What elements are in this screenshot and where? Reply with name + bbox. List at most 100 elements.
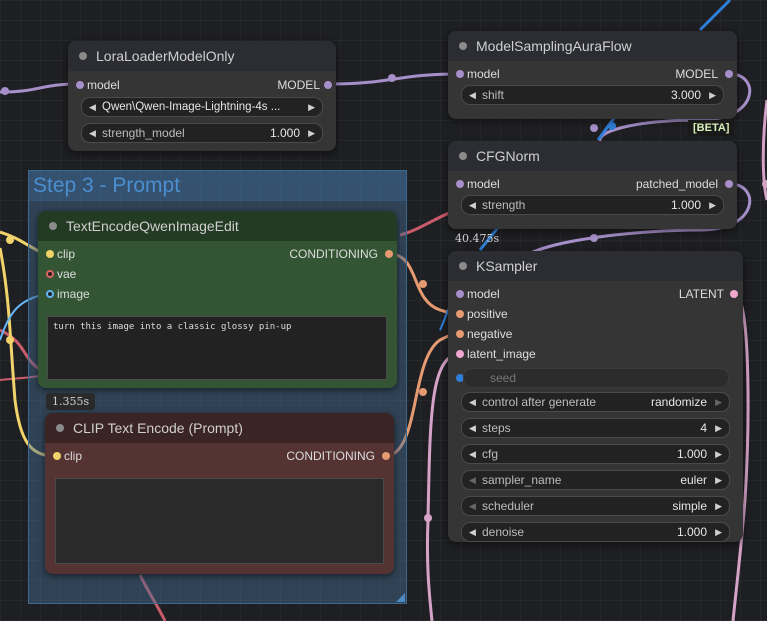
widget-value: simple xyxy=(672,499,707,513)
number-seed[interactable]: seed xyxy=(463,368,729,388)
node-title-bar[interactable]: LoraLoaderModelOnly xyxy=(68,41,336,71)
node-title-bar[interactable]: ModelSamplingAuraFlow xyxy=(448,31,737,61)
number-strength[interactable]: ◀ strength 1.000 ▶ xyxy=(461,195,724,215)
arrow-left-icon[interactable]: ◀ xyxy=(469,196,476,214)
widget-value: 1.000 xyxy=(676,447,707,461)
arrow-left-icon[interactable]: ◀ xyxy=(469,523,476,541)
arrow-right-icon[interactable]: ▶ xyxy=(308,124,315,142)
node-title: ModelSamplingAuraFlow xyxy=(476,38,632,54)
input-slot-positive[interactable] xyxy=(456,310,464,318)
widget-label: cfg xyxy=(482,447,499,461)
group-title[interactable]: Step 3 - Prompt xyxy=(29,171,406,201)
collapse-dot-icon[interactable] xyxy=(459,262,467,270)
collapse-dot-icon[interactable] xyxy=(79,52,87,60)
widget-label: strength xyxy=(482,198,526,212)
slot-row-negative: negative xyxy=(448,324,743,344)
number-cfg[interactable]: ◀ cfg 1.000 ▶ xyxy=(461,444,730,464)
node-textencode-qwen[interactable]: TextEncodeQwenImageEdit clip CONDITIONIN… xyxy=(38,211,397,388)
arrow-right-icon[interactable]: ▶ xyxy=(715,523,722,541)
arrow-right-icon[interactable]: ▶ xyxy=(715,445,722,463)
prompt-textarea[interactable]: turn this image into a classic glossy pi… xyxy=(47,316,387,380)
arrow-left-icon[interactable]: ◀ xyxy=(469,471,476,489)
output-slot-latent[interactable] xyxy=(730,290,738,298)
collapse-dot-icon[interactable] xyxy=(459,42,467,50)
node-title: KSampler xyxy=(476,258,538,274)
arrow-right-icon[interactable]: ▶ xyxy=(715,393,722,411)
arrow-right-icon[interactable]: ▶ xyxy=(709,86,716,104)
number-shift[interactable]: ◀ shift 3.000 ▶ xyxy=(461,85,724,105)
output-slot-model[interactable] xyxy=(725,70,733,78)
arrow-right-icon[interactable]: ▶ xyxy=(715,497,722,515)
combo-scheduler[interactable]: ◀ scheduler simple ▶ xyxy=(461,496,730,516)
node-lora-loader[interactable]: LoraLoaderModelOnly model MODEL ◀ Qwen\Q… xyxy=(68,41,336,151)
combo-sampler-name[interactable]: ◀ sampler_name euler ▶ xyxy=(461,470,730,490)
node-cfgnorm[interactable]: CFGNorm model patched_model ◀ strength 1… xyxy=(448,141,737,229)
number-strength-model[interactable]: ◀ strength_model 1.000 ▶ xyxy=(81,123,323,143)
input-slot-latent-image[interactable] xyxy=(456,350,464,358)
beta-badge: [BETA] xyxy=(688,120,735,136)
input-slot-model[interactable] xyxy=(456,180,464,188)
lora-name-value: Qwen\Qwen-Image-Lightning-4s ... xyxy=(102,101,281,113)
input-slot-clip[interactable] xyxy=(46,250,54,258)
number-denoise[interactable]: ◀ denoise 1.000 ▶ xyxy=(461,522,730,542)
collapse-dot-icon[interactable] xyxy=(49,222,57,230)
slot-row-seed: seed xyxy=(448,366,743,390)
input-slot-model[interactable] xyxy=(456,70,464,78)
input-label-model: model xyxy=(87,78,120,92)
prompt-textarea[interactable] xyxy=(55,478,384,564)
arrow-right-icon[interactable]: ▶ xyxy=(715,471,722,489)
output-slot-conditioning[interactable] xyxy=(382,452,390,460)
input-slot-image[interactable] xyxy=(46,290,54,298)
output-slot-conditioning[interactable] xyxy=(385,250,393,258)
node-title-bar[interactable]: CLIP Text Encode (Prompt) xyxy=(45,413,394,443)
input-slot-model[interactable] xyxy=(76,81,84,89)
output-label-latent: LATENT xyxy=(678,287,724,301)
input-label-model: model xyxy=(467,287,500,301)
widget-label: control after generate xyxy=(482,395,597,409)
widget-label: shift xyxy=(482,88,505,102)
arrow-right-icon[interactable]: ▶ xyxy=(709,196,716,214)
node-title-bar[interactable]: CFGNorm xyxy=(448,141,737,171)
arrow-left-icon[interactable]: ◀ xyxy=(469,86,476,104)
combo-lora-name[interactable]: ◀ Qwen\Qwen-Image-Lightning-4s ... ▶ xyxy=(81,97,323,117)
ksampler-widget-list: ◀ control after generate randomize ▶ ◀ s… xyxy=(448,392,743,542)
arrow-left-icon[interactable]: ◀ xyxy=(469,393,476,411)
widget-value: 1.000 xyxy=(269,126,300,140)
input-slot-model[interactable] xyxy=(456,290,464,298)
arrow-left-icon[interactable]: ◀ xyxy=(469,497,476,515)
node-clip-text-encode[interactable]: CLIP Text Encode (Prompt) clip CONDITION… xyxy=(45,413,394,574)
combo-control-after-generate[interactable]: ◀ control after generate randomize ▶ xyxy=(461,392,730,412)
group-resize-handle[interactable] xyxy=(396,593,405,602)
collapse-dot-icon[interactable] xyxy=(459,152,467,160)
widget-label: steps xyxy=(482,421,511,435)
node-model-sampling-auraflow[interactable]: ModelSamplingAuraFlow model MODEL ◀ shif… xyxy=(448,31,737,119)
arrow-left-icon[interactable]: ◀ xyxy=(469,445,476,463)
widget-value: randomize xyxy=(650,395,707,409)
output-slot-model[interactable] xyxy=(324,81,332,89)
node-title: CFGNorm xyxy=(476,148,540,164)
collapse-dot-icon[interactable] xyxy=(56,424,64,432)
input-slot-clip[interactable] xyxy=(53,452,61,460)
slot-row-model: model LATENT xyxy=(448,284,743,304)
execution-time-badge: 1.355s xyxy=(46,393,96,410)
number-steps[interactable]: ◀ steps 4 ▶ xyxy=(461,418,730,438)
arrow-left-icon[interactable]: ◀ xyxy=(89,98,96,116)
arrow-left-icon[interactable]: ◀ xyxy=(89,124,96,142)
node-title: TextEncodeQwenImageEdit xyxy=(66,218,239,234)
input-label-positive: positive xyxy=(467,307,508,321)
output-label-conditioning: CONDITIONING xyxy=(286,449,375,463)
output-slot-patched-model[interactable] xyxy=(725,180,733,188)
execution-time-badge: 40.475s xyxy=(455,232,500,245)
output-label-model: MODEL xyxy=(277,78,320,92)
node-title-bar[interactable]: TextEncodeQwenImageEdit xyxy=(38,211,397,241)
node-title-bar[interactable]: KSampler xyxy=(448,251,743,281)
input-slot-vae[interactable] xyxy=(46,270,54,278)
arrow-right-icon[interactable]: ▶ xyxy=(308,98,315,116)
arrow-left-icon[interactable]: ◀ xyxy=(469,419,476,437)
input-slot-negative[interactable] xyxy=(456,330,464,338)
arrow-right-icon[interactable]: ▶ xyxy=(715,419,722,437)
widget-label: denoise xyxy=(482,525,525,539)
slot-row-clip: clip CONDITIONING xyxy=(45,446,394,466)
node-ksampler[interactable]: KSampler model LATENT positive negative … xyxy=(448,251,743,542)
slot-row-image: image xyxy=(38,284,397,304)
